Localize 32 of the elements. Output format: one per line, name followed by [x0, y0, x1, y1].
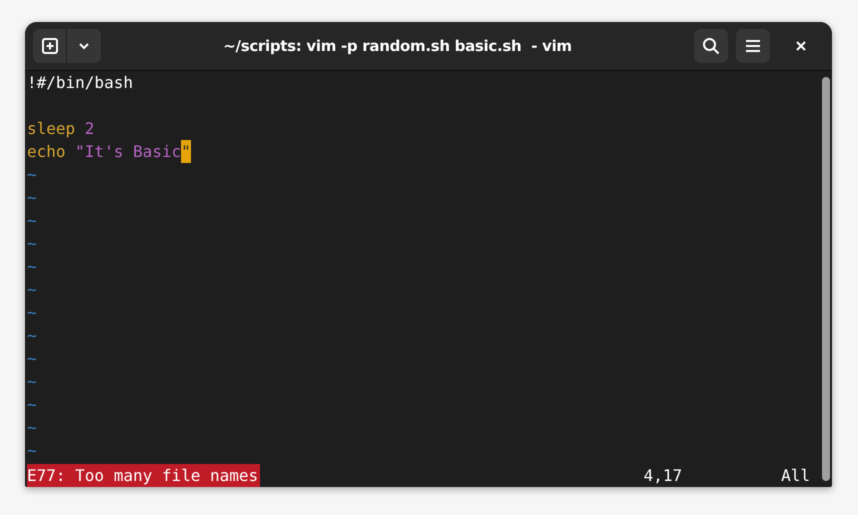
- search-button[interactable]: [694, 29, 728, 63]
- menu-button[interactable]: [736, 29, 770, 63]
- code-text: echo: [27, 141, 66, 163]
- code-text: !#/bin/bash: [27, 72, 133, 94]
- search-icon: [702, 37, 720, 55]
- new-tab-button[interactable]: [33, 29, 67, 63]
- empty-line-marker: ~: [27, 233, 37, 255]
- window-title: ~/scripts: vim -p random.sh basic.sh - vim: [222, 37, 573, 55]
- empty-line-marker: ~: [27, 164, 37, 186]
- empty-line-marker: ~: [27, 394, 37, 416]
- close-icon: [796, 41, 806, 51]
- error-message: E77: Too many file names: [27, 464, 260, 487]
- empty-line-marker: ~: [27, 279, 37, 301]
- empty-line-marker: ~: [27, 210, 37, 232]
- code-text: 2: [84, 118, 94, 140]
- code-text: "It's Basic: [74, 141, 182, 163]
- empty-line-marker: ~: [27, 348, 37, 370]
- menu-icon: [745, 39, 761, 53]
- empty-line-marker: ~: [27, 417, 37, 439]
- empty-line-marker: ~: [27, 187, 37, 209]
- empty-line-marker: ~: [27, 256, 37, 278]
- chevron-down-icon: [78, 42, 90, 50]
- empty-line-marker: ~: [27, 302, 37, 324]
- empty-line-marker: ~: [27, 371, 37, 393]
- code-text: sleep: [27, 118, 76, 140]
- empty-line-marker: ~: [27, 440, 37, 462]
- empty-line-marker: ~: [27, 325, 37, 347]
- plus-box-icon: [42, 38, 58, 54]
- text-cursor: ": [181, 140, 191, 163]
- scroll-position: All: [781, 465, 810, 487]
- scrollbar-thumb[interactable]: [822, 77, 830, 481]
- cursor-position: 4,17: [644, 465, 682, 487]
